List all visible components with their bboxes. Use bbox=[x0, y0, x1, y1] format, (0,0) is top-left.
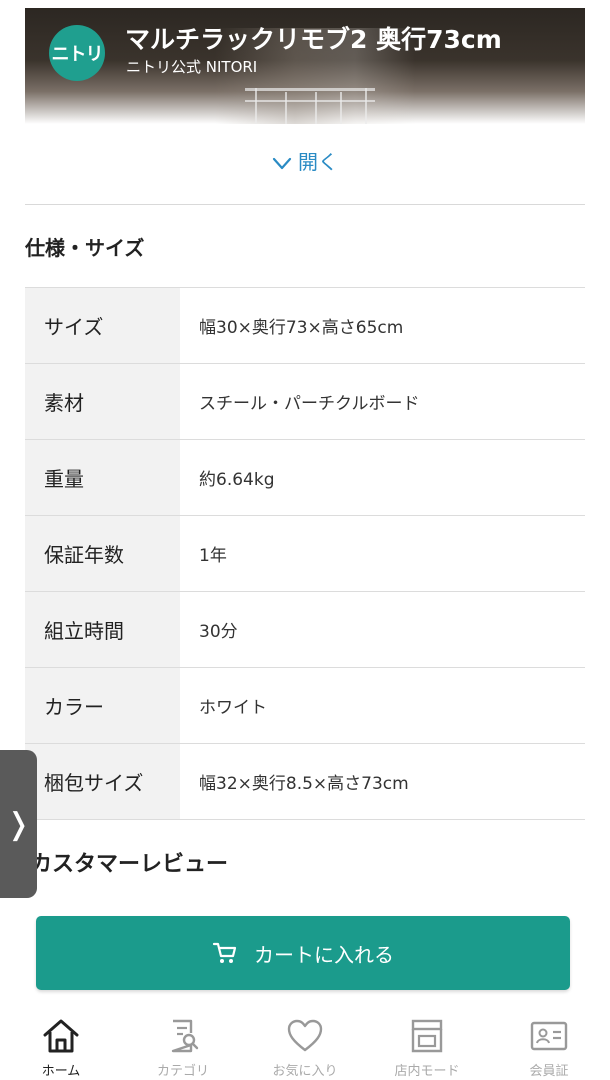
spec-row: 組立時間 30分 bbox=[25, 592, 585, 668]
side-drawer-tab[interactable]: ❭ bbox=[0, 750, 37, 898]
spec-value: 約6.64kg bbox=[199, 470, 275, 490]
spec-key: 保証年数 bbox=[25, 516, 180, 591]
section-divider bbox=[25, 204, 585, 205]
nav-item-store-mode[interactable]: 店内モード bbox=[366, 1008, 488, 1080]
product-header-banner: ニトリ マルチラックリモブ2 奥行73cm ニトリ公式 NITORI bbox=[25, 8, 585, 124]
nav-label: 会員証 bbox=[529, 1064, 569, 1079]
member-card-icon bbox=[530, 1021, 568, 1051]
spec-key: 組立時間 bbox=[25, 592, 180, 667]
nav-item-home[interactable]: ホーム bbox=[0, 1008, 122, 1080]
heart-icon bbox=[287, 1019, 323, 1052]
spec-row: 保証年数 1年 bbox=[25, 516, 585, 592]
expand-label: 開く bbox=[298, 150, 338, 174]
nav-label: お気に入り bbox=[272, 1064, 338, 1079]
spec-value: 幅32×奥行8.5×高さ73cm bbox=[199, 774, 409, 794]
nav-label: カテゴリ bbox=[156, 1064, 209, 1079]
home-icon bbox=[43, 1019, 79, 1053]
chevron-down-icon bbox=[272, 152, 292, 176]
bottom-nav: ホーム カテゴリ お気に入り 店内モード 会員証 bbox=[0, 1008, 610, 1080]
nav-item-member-card[interactable]: 会員証 bbox=[488, 1008, 610, 1080]
spec-row: 素材 スチール・パーチクルボード bbox=[25, 364, 585, 440]
add-to-cart-button[interactable]: カートに入れる bbox=[36, 916, 570, 990]
store-name: ニトリ公式 NITORI bbox=[126, 58, 258, 76]
spec-value: 30分 bbox=[199, 622, 238, 642]
store-icon bbox=[411, 1019, 443, 1053]
spec-key: 梱包サイズ bbox=[25, 744, 180, 819]
nav-label: ホーム bbox=[41, 1064, 81, 1079]
nav-item-favorites[interactable]: お気に入り bbox=[244, 1008, 366, 1080]
spec-value: スチール・パーチクルボード bbox=[199, 394, 420, 414]
nav-item-category[interactable]: カテゴリ bbox=[122, 1008, 244, 1080]
spec-table: サイズ 幅30×奥行73×高さ65cm 素材 スチール・パーチクルボード 重量 … bbox=[25, 287, 585, 820]
spec-key: 素材 bbox=[25, 364, 180, 439]
spec-row: サイズ 幅30×奥行73×高さ65cm bbox=[25, 288, 585, 364]
nav-label: 店内モード bbox=[394, 1064, 460, 1079]
nitori-logo: ニトリ bbox=[49, 25, 105, 81]
review-section-title: カスタマーレビュー bbox=[30, 852, 229, 877]
chevron-right-icon: ❭ bbox=[5, 806, 32, 842]
spec-section-title: 仕様・サイズ bbox=[25, 236, 145, 260]
product-page: ニトリ マルチラックリモブ2 奥行73cm ニトリ公式 NITORI 開く 仕様… bbox=[0, 0, 610, 1080]
spec-value: 1年 bbox=[199, 546, 227, 566]
expand-link[interactable]: 開く bbox=[0, 146, 610, 176]
category-search-icon bbox=[171, 1019, 199, 1053]
spec-row: 重量 約6.64kg bbox=[25, 440, 585, 516]
spec-row: カラー ホワイト bbox=[25, 668, 585, 744]
spec-key: カラー bbox=[25, 668, 180, 743]
spec-key: 重量 bbox=[25, 440, 180, 515]
spec-value: 幅30×奥行73×高さ65cm bbox=[199, 318, 404, 338]
logo-text: ニトリ bbox=[51, 44, 104, 65]
spec-value: ホワイト bbox=[199, 698, 267, 718]
cart-icon bbox=[212, 942, 237, 963]
add-to-cart-label: カートに入れる bbox=[254, 942, 394, 967]
product-title: マルチラックリモブ2 奥行73cm bbox=[125, 25, 502, 54]
spec-key: サイズ bbox=[25, 288, 180, 363]
spec-row: 梱包サイズ 幅32×奥行8.5×高さ73cm bbox=[25, 744, 585, 820]
